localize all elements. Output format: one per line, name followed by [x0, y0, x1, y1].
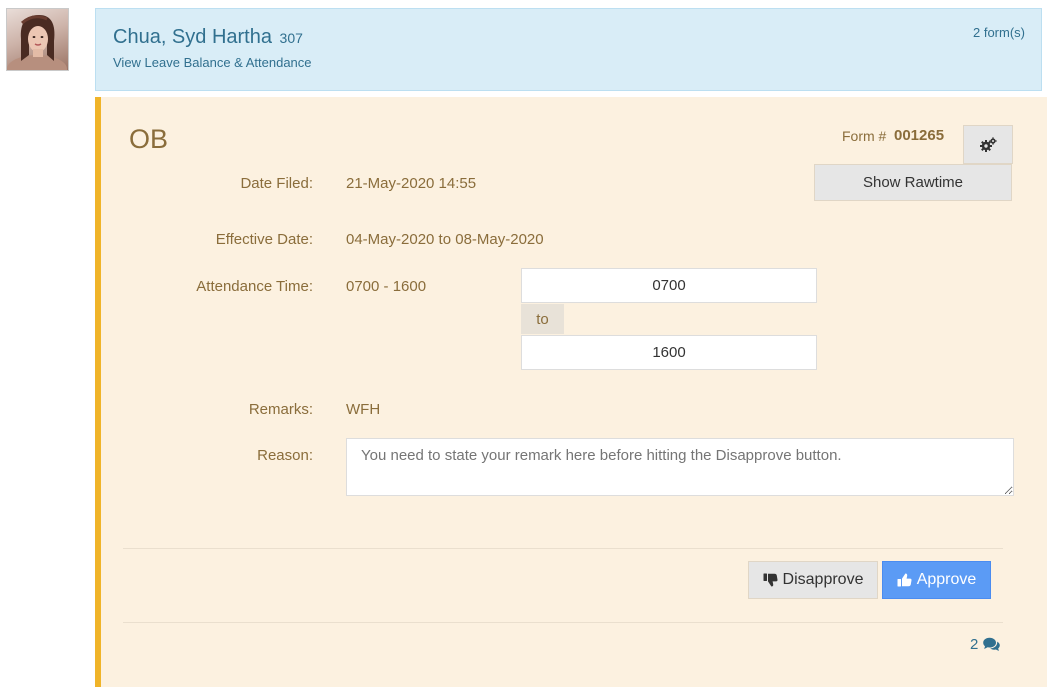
- approve-button[interactable]: Approve: [882, 561, 991, 599]
- avatar[interactable]: [6, 8, 69, 71]
- settings-button[interactable]: [963, 125, 1013, 164]
- employee-id: 307: [279, 30, 303, 46]
- disapprove-label: Disapprove: [782, 571, 864, 588]
- employee-name-line: Chua, Syd Hartha 307: [113, 26, 303, 49]
- approve-label: Approve: [916, 571, 977, 588]
- time-from-input[interactable]: [521, 268, 817, 303]
- employee-header: Chua, Syd Hartha 307 View Leave Balance …: [95, 8, 1042, 91]
- thumbs-down-icon: [763, 573, 778, 587]
- date-filed-label: Date Filed:: [240, 175, 313, 192]
- time-range-to-label: to: [521, 304, 564, 334]
- reason-textarea[interactable]: [346, 438, 1014, 496]
- remarks-label: Remarks:: [248, 401, 313, 418]
- divider: [123, 622, 1003, 623]
- attendance-time-value: 0700 - 1600: [346, 278, 427, 295]
- form-card: OB Form # 001265 Show Rawtime Date Filed…: [95, 97, 1047, 687]
- time-to-input[interactable]: [521, 335, 817, 370]
- employee-name: Chua, Syd Hartha: [113, 26, 272, 48]
- effective-date-label: Effective Date:: [215, 231, 313, 248]
- comments-icon: [983, 637, 1001, 651]
- disapprove-button[interactable]: Disapprove: [748, 561, 878, 599]
- reason-label: Reason:: [257, 447, 313, 464]
- avatar-photo: [7, 15, 67, 70]
- remarks-value: WFH: [346, 401, 381, 418]
- gears-icon: [980, 136, 997, 152]
- thumbs-up-icon: [897, 573, 912, 587]
- comments-count: 2: [970, 636, 979, 653]
- comments-link[interactable]: 2: [970, 636, 1001, 653]
- date-filed-value: 21-May-2020 14:55: [346, 175, 477, 192]
- view-leave-balance-link[interactable]: View Leave Balance & Attendance: [113, 55, 312, 70]
- attendance-time-label: Attendance Time:: [196, 278, 313, 295]
- forms-count: 2 form(s): [973, 25, 1025, 40]
- form-type: OB: [129, 124, 169, 154]
- show-rawtime-button[interactable]: Show Rawtime: [814, 164, 1012, 201]
- form-number: 001265: [894, 127, 945, 144]
- effective-date-value: 04-May-2020 to 08-May-2020: [346, 231, 544, 248]
- form-number-label: Form #: [842, 128, 887, 144]
- divider: [123, 548, 1003, 549]
